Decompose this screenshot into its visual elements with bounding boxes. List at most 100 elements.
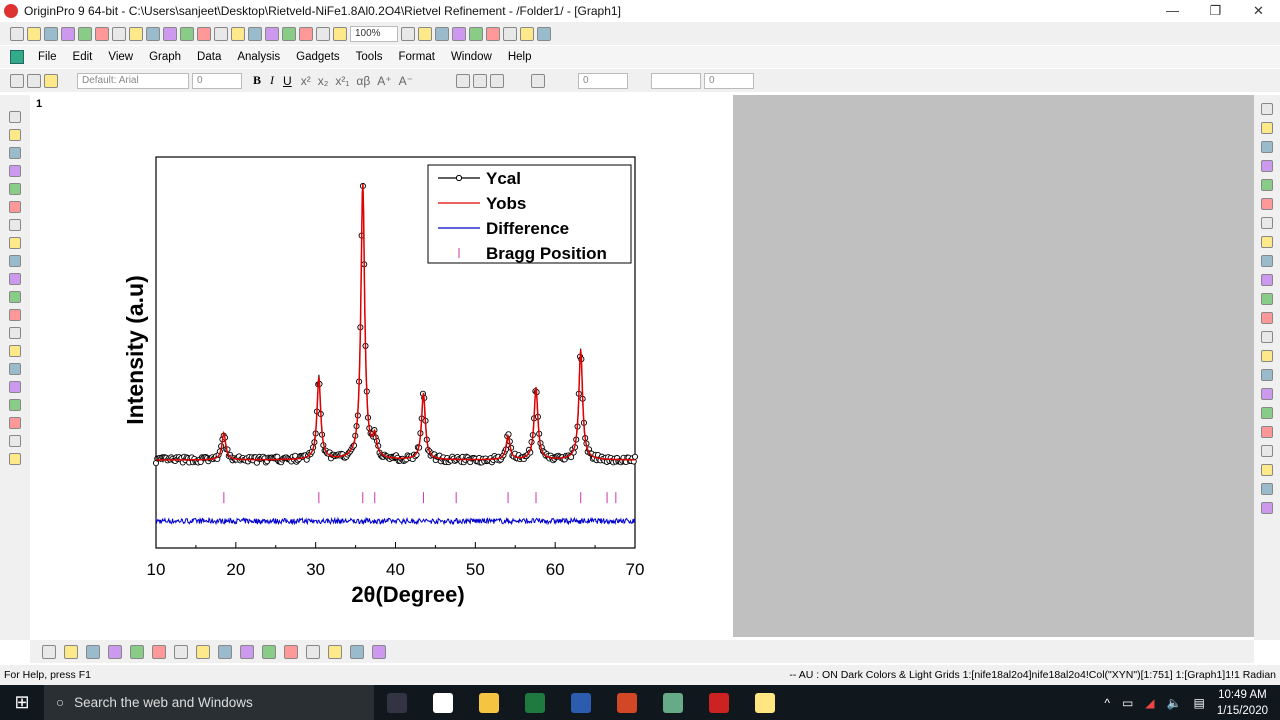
taskbar-match[interactable] xyxy=(696,685,742,720)
menu-gadgets[interactable]: Gadgets xyxy=(288,51,347,63)
pointer-icon[interactable] xyxy=(9,111,21,123)
rectangle-icon[interactable] xyxy=(9,345,21,357)
font-select[interactable]: Default: Arial xyxy=(77,72,189,89)
region-icon[interactable] xyxy=(9,399,21,411)
paste-icon[interactable] xyxy=(44,73,58,88)
pattern-icon[interactable] xyxy=(472,73,487,88)
add-text-icon[interactable] xyxy=(1261,236,1273,248)
batch-icon[interactable] xyxy=(333,26,347,41)
battery-icon[interactable]: ▭ xyxy=(1122,696,1133,710)
legend-icon[interactable] xyxy=(1261,312,1273,324)
taskbar-task-view[interactable] xyxy=(374,685,420,720)
menu-graph[interactable]: Graph xyxy=(141,51,189,63)
arrow-icon[interactable] xyxy=(9,291,21,303)
import-wizard-icon[interactable] xyxy=(299,26,313,41)
increase-font-button[interactable]: A⁺ xyxy=(377,74,391,88)
line-style-icon[interactable] xyxy=(530,73,545,88)
polar-icon[interactable] xyxy=(218,644,232,659)
rescale-icon[interactable] xyxy=(1261,293,1273,305)
add-top-x-icon[interactable] xyxy=(1261,179,1273,191)
menu-tools[interactable]: Tools xyxy=(348,51,391,63)
print-icon[interactable] xyxy=(401,26,415,41)
taskbar-file-explorer[interactable] xyxy=(466,685,512,720)
3d-surface-icon[interactable] xyxy=(284,644,298,659)
fit-icon[interactable] xyxy=(1261,274,1273,286)
results-log-icon[interactable] xyxy=(486,26,500,41)
border-select[interactable] xyxy=(650,72,701,89)
taskbar-chrome[interactable] xyxy=(420,685,466,720)
copy-icon[interactable] xyxy=(27,73,41,88)
code-builder-icon[interactable] xyxy=(469,26,483,41)
text-icon[interactable] xyxy=(9,273,21,285)
data-selector-icon[interactable] xyxy=(9,219,21,231)
subscript-button[interactable]: x₂ xyxy=(318,74,329,88)
timestamp-icon[interactable] xyxy=(1261,331,1273,343)
taskbar-word[interactable] xyxy=(558,685,604,720)
pie-icon[interactable] xyxy=(196,644,210,659)
arrange-icon[interactable] xyxy=(1261,141,1273,153)
taskbar-fps-toolbar[interactable] xyxy=(650,685,696,720)
curved-arrow-icon[interactable] xyxy=(9,309,21,321)
taskbar-search[interactable]: ○ Search the web and Windows xyxy=(44,685,374,720)
new-project-icon[interactable] xyxy=(10,26,24,41)
new-folder-icon[interactable] xyxy=(27,26,41,41)
add-inset-icon[interactable] xyxy=(1261,217,1273,229)
table-icon[interactable] xyxy=(1261,350,1273,362)
taskbar-notes[interactable] xyxy=(742,685,788,720)
menu-edit[interactable]: Edit xyxy=(65,51,101,63)
polygon-icon[interactable] xyxy=(9,417,21,429)
underline-button[interactable]: U xyxy=(283,74,292,88)
line-color-icon[interactable] xyxy=(489,73,504,88)
menu-help[interactable]: Help xyxy=(500,51,540,63)
save-template-icon[interactable] xyxy=(248,26,262,41)
color-scale-icon[interactable] xyxy=(1261,369,1273,381)
notifications-icon[interactable]: ▤ xyxy=(1193,696,1204,710)
message-log-icon[interactable] xyxy=(537,26,551,41)
volume-icon[interactable]: 🔈 xyxy=(1167,696,1182,710)
data-reader-icon[interactable] xyxy=(9,201,21,213)
graph-window-icon[interactable] xyxy=(10,50,24,64)
zoom-select[interactable]: 100% xyxy=(350,25,398,42)
layer-4-icon[interactable] xyxy=(1261,445,1273,457)
fill-color-icon[interactable] xyxy=(455,73,470,88)
scatter-icon[interactable] xyxy=(64,644,78,659)
layer-6-icon[interactable] xyxy=(1261,483,1273,495)
bold-button[interactable]: B xyxy=(253,73,261,88)
layer-3-icon[interactable] xyxy=(1261,426,1273,438)
layer-2-icon[interactable] xyxy=(1261,407,1273,419)
zoom-out-icon[interactable] xyxy=(9,147,21,159)
menu-analysis[interactable]: Analysis xyxy=(229,51,288,63)
line-width-select[interactable]: 0 xyxy=(577,72,628,89)
new-notes-icon[interactable] xyxy=(146,26,160,41)
ellipse-icon[interactable] xyxy=(9,363,21,375)
draw-data-icon[interactable] xyxy=(9,237,21,249)
new-graph-icon[interactable] xyxy=(78,26,92,41)
new-excel-icon[interactable] xyxy=(61,26,75,41)
scale-icon[interactable] xyxy=(9,165,21,177)
menu-window[interactable]: Window xyxy=(443,51,500,63)
screen-reader-icon[interactable] xyxy=(9,183,21,195)
import-multi-icon[interactable] xyxy=(282,26,296,41)
layer-number-icon[interactable]: 1 xyxy=(36,98,42,110)
line-icon[interactable] xyxy=(42,644,56,659)
new-3d-icon[interactable] xyxy=(163,26,177,41)
column-icon[interactable] xyxy=(108,644,122,659)
menu-view[interactable]: View xyxy=(100,51,141,63)
new-worksheet-icon[interactable] xyxy=(44,26,58,41)
save-icon[interactable] xyxy=(231,26,245,41)
box-icon[interactable] xyxy=(350,644,364,659)
open-icon[interactable] xyxy=(180,26,194,41)
pattern-size-select[interactable]: 0 xyxy=(703,72,754,89)
decrease-font-button[interactable]: A⁻ xyxy=(399,74,413,88)
merge-icon[interactable] xyxy=(1261,122,1273,134)
superscript-button[interactable]: x² xyxy=(301,74,311,88)
graph-page[interactable] xyxy=(30,95,733,637)
project-explorer-icon[interactable] xyxy=(520,26,534,41)
layer-1-icon[interactable] xyxy=(1261,388,1273,400)
layer-5-icon[interactable] xyxy=(1261,464,1273,476)
duplicate-icon[interactable] xyxy=(316,26,330,41)
contour-icon[interactable] xyxy=(262,644,276,659)
wifi-icon[interactable]: ◢ xyxy=(1145,696,1154,710)
taskbar-excel[interactable] xyxy=(512,685,558,720)
new-matrix-icon[interactable] xyxy=(95,26,109,41)
